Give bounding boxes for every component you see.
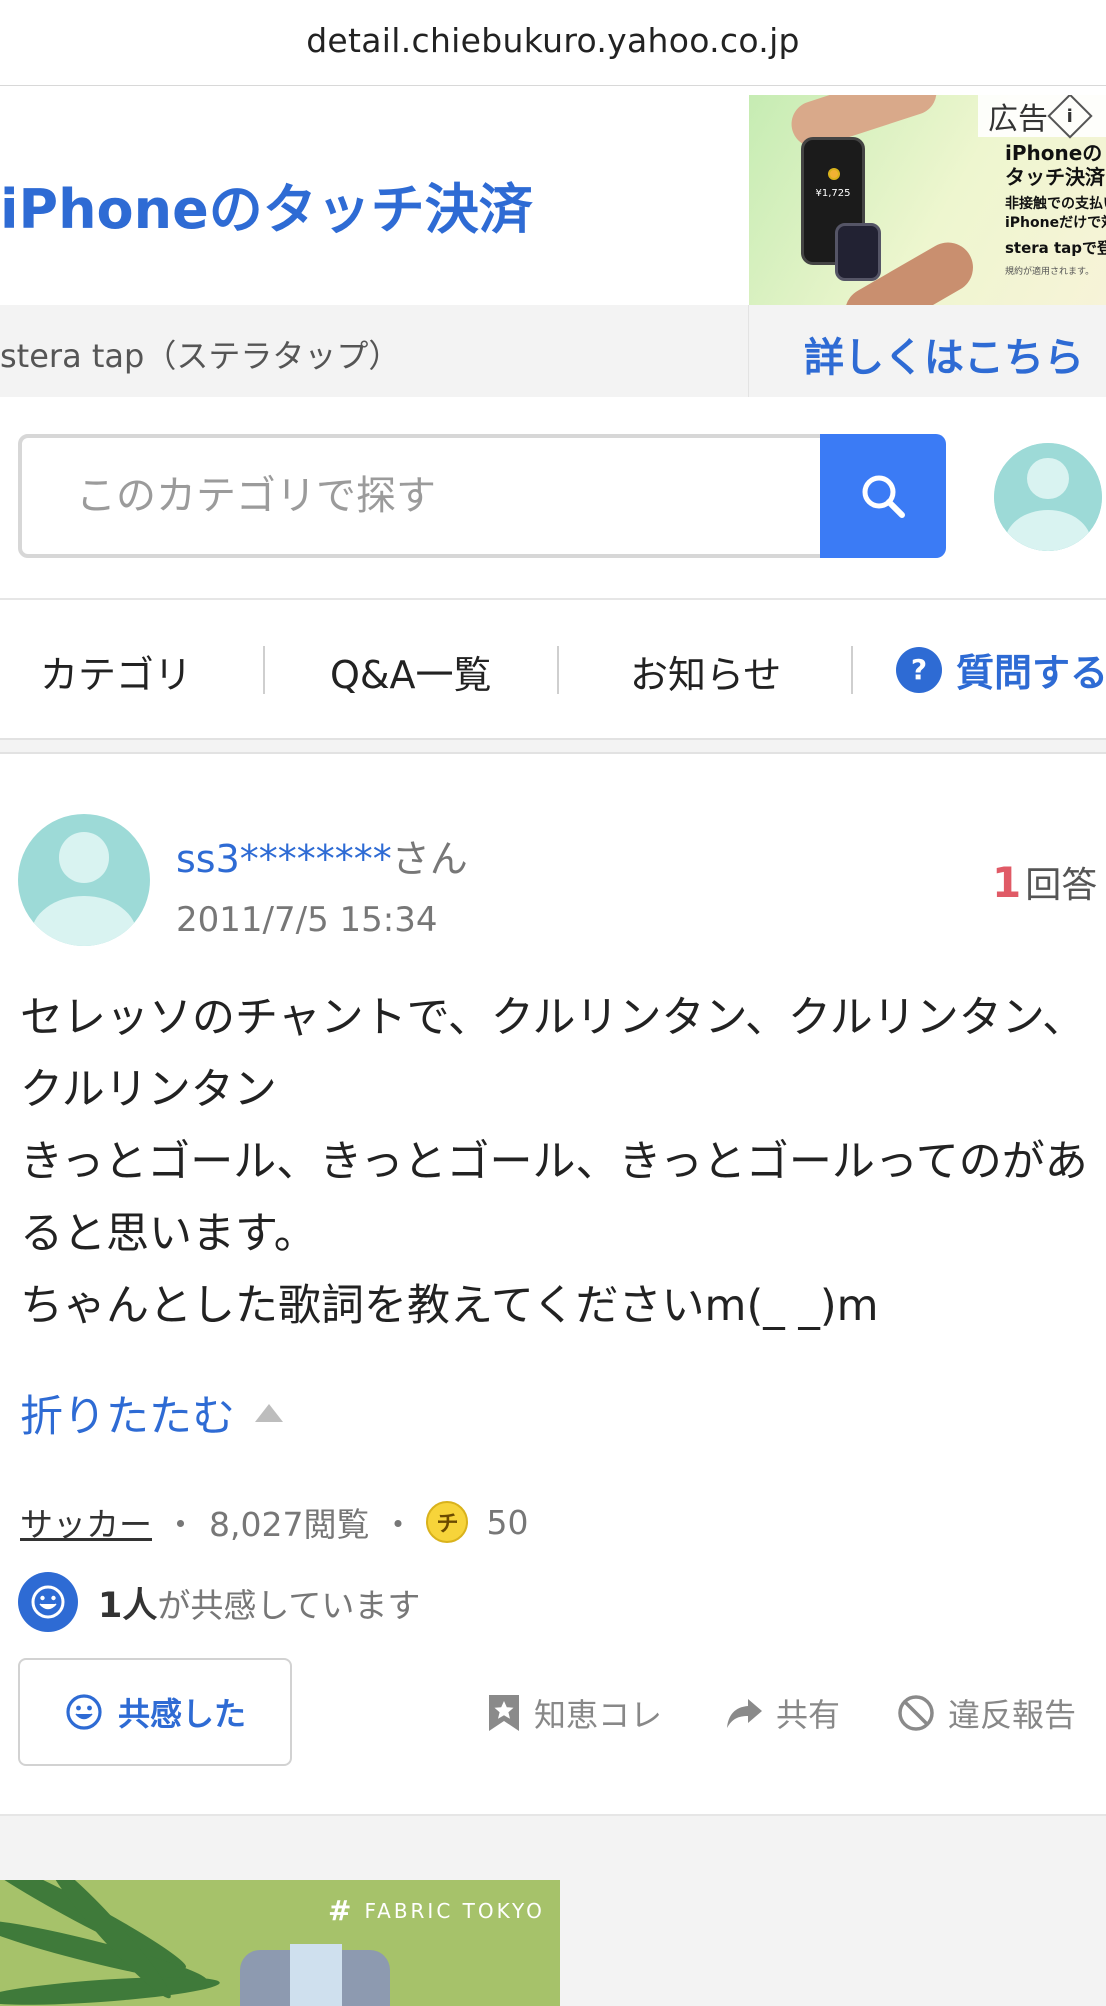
meta-separator: ・ (164, 1505, 197, 1544)
bookmark-label: 知恵コレ (534, 1696, 663, 1734)
nav-item-category[interactable]: カテゴリ (40, 644, 192, 699)
ad-divider (748, 305, 749, 397)
share-arrow-icon (727, 1699, 762, 1728)
nav-item-qa-list[interactable]: Q&A一覧 (330, 644, 492, 699)
ad-headline[interactable]: iPhoneのタッチ決済 (0, 165, 533, 244)
ad-badge-label: 広告 (988, 102, 1048, 137)
category-link[interactable]: サッカー (20, 1498, 152, 1546)
ask-question-label: 質問する (956, 651, 1106, 695)
bookmark-button[interactable]: 知恵コレ (486, 1690, 662, 1736)
nav-divider (851, 646, 853, 694)
smile-icon (18, 1572, 78, 1632)
questioner-name-link[interactable]: ss3******** (176, 837, 392, 881)
collapse-label: 折りたたむ (20, 1392, 235, 1442)
answer-count-label: 回答 (1025, 865, 1098, 906)
bottom-ad-banner[interactable]: # FABRIC TOKYO (0, 1880, 560, 2006)
collapse-toggle[interactable]: 折りたたむ (20, 1382, 283, 1444)
ad-brand-name: FABRIC TOKYO (364, 1898, 545, 1923)
prohibited-icon (898, 1695, 934, 1731)
search-button[interactable] (820, 434, 946, 558)
category-nav: カテゴリ Q&A一覧 お知らせ ? 質問する (0, 598, 1106, 738)
section-divider (0, 738, 1106, 754)
questioner-name: ss3********さん (176, 828, 468, 883)
ad-cta-link[interactable]: 詳しくはこちら (804, 325, 1084, 383)
empathy-text-suffix: が共感しています (157, 1585, 421, 1625)
report-button[interactable]: 違反報告 (896, 1690, 1076, 1736)
url-bar[interactable]: detail.chiebukuro.yahoo.co.jp (0, 0, 1106, 86)
ask-question-button[interactable]: ? 質問する (896, 642, 1106, 697)
question-mark-icon: ? (896, 646, 942, 693)
question-date: 2011/7/5 15:34 (176, 900, 438, 940)
ad-watch-illustration (835, 223, 881, 281)
ad-brand: # FABRIC TOKYO (328, 1894, 545, 1927)
ad-image-line3: stera tapで登場 (1005, 239, 1106, 257)
ad-image[interactable]: ¥1,725 iPhoneの タッチ決済 非接触での支払いに。 iPhoneだけ… (749, 95, 1106, 305)
ad-image-title: iPhoneの タッチ決済 (1005, 141, 1105, 189)
triangle-up-icon (255, 1404, 283, 1422)
ad-footer[interactable]: stera tap（ステラタップ） 詳しくはこちら (0, 305, 1106, 397)
answer-count[interactable]: 1 回答 (992, 856, 1097, 908)
empathy-button-label: 共感した (117, 1695, 246, 1733)
questioner-avatar[interactable] (18, 814, 150, 946)
answer-count-number: 1 (992, 858, 1022, 907)
report-label: 違反報告 (948, 1696, 1077, 1734)
url-text: detail.chiebukuro.yahoo.co.jp (306, 21, 800, 60)
ad-headline-area[interactable]: iPhoneのタッチ決済 (0, 95, 748, 305)
palm-leaf-decoration (0, 1971, 221, 2006)
nav-item-notices[interactable]: お知らせ (630, 644, 781, 699)
ad-phone-price: ¥1,725 (815, 188, 851, 199)
avatar-icon (994, 443, 1102, 551)
share-label: 共有 (776, 1696, 841, 1734)
ad-badge[interactable]: 広告 i (978, 95, 1106, 139)
nav-divider (557, 646, 559, 694)
search-icon (862, 475, 905, 518)
questioner-suffix: さん (391, 837, 468, 881)
share-button[interactable]: 共有 (724, 1690, 840, 1736)
ad-image-line1: 非接触での支払いに。 (1005, 196, 1106, 212)
ad-shirt-image (290, 1944, 342, 2006)
question-actions: 共感した 知恵コレ 共有 違反報告 (0, 1658, 1106, 1768)
bookmark-star-icon (489, 1695, 519, 1731)
meta-separator: ・ (381, 1505, 415, 1544)
brand-logo-icon: # (328, 1894, 355, 1927)
search-box[interactable] (18, 434, 824, 558)
question-card: ss3********さん 2011/7/5 15:34 1 回答 セレッソのチ… (0, 754, 1106, 1814)
ad-advertiser: stera tap（ステラタップ） (0, 337, 401, 375)
empathy-summary: 1人が共感しています (18, 1572, 420, 1632)
coin-icon: チ (426, 1501, 469, 1543)
ad-info-icon[interactable]: i (1047, 95, 1093, 139)
smile-outline-icon (66, 1694, 102, 1730)
section-divider-bottom: # FABRIC TOKYO (0, 1814, 1106, 2006)
ad-image-line2: iPhoneだけで対応。 (1005, 215, 1106, 231)
ad-image-fineprint: 規約が適用されます。 (1005, 267, 1095, 277)
top-ad-banner[interactable]: iPhoneのタッチ決済 ¥1,725 iPhoneの タッチ決済 非接触での支… (0, 95, 1106, 397)
nav-divider (263, 646, 265, 694)
question-meta: サッカー ・ 8,027閲覧 ・ チ 50 (20, 1498, 528, 1546)
empathy-button[interactable]: 共感した (18, 1658, 292, 1766)
ad-coin-dot (828, 168, 840, 180)
user-avatar[interactable] (994, 443, 1102, 551)
question-body: セレッソのチャントで、クルリンタン、クルリンタン、クルリンタン きっとゴール、き… (20, 993, 1088, 1331)
empathy-text: 1人が共感しています (98, 1577, 420, 1628)
view-count: 8,027閲覧 (209, 1505, 370, 1544)
search-input[interactable] (76, 473, 776, 519)
avatar-icon (18, 814, 150, 946)
coin-amount: 50 (486, 1502, 529, 1542)
search-row (0, 398, 1106, 598)
ad-image-copy: iPhoneの タッチ決済 非接触での支払いに。 iPhoneだけで対応。 st… (1005, 141, 1106, 277)
empathy-count: 1人 (98, 1585, 158, 1626)
